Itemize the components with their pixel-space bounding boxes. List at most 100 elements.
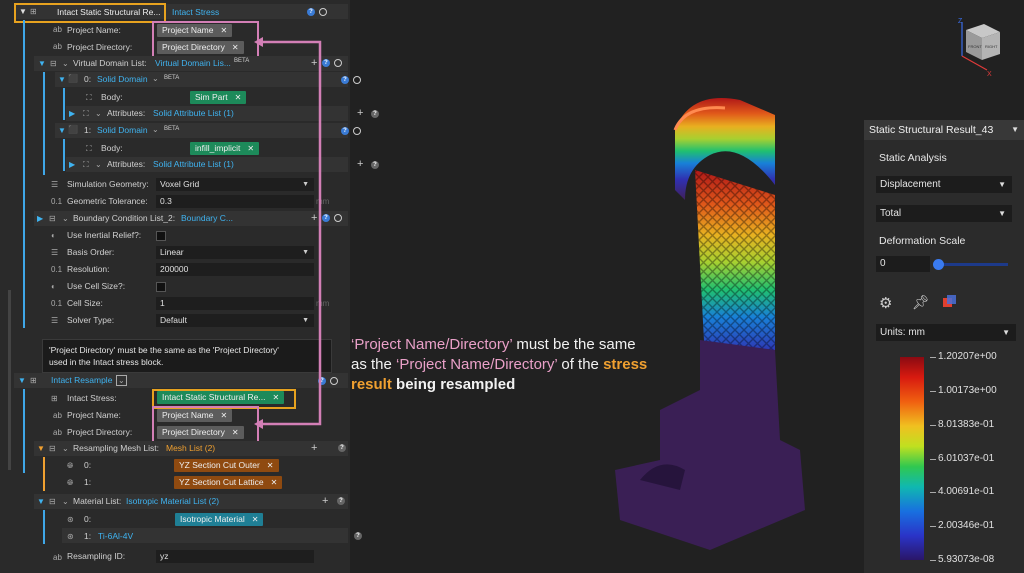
gear-icon[interactable]: ⚙ [879,294,892,312]
view-cube[interactable]: FRONT RIGHT Z X [954,16,1004,78]
project-directory-value: Project Directory [162,427,225,437]
pin-icon[interactable]: 📌︎ [912,294,930,311]
colorbar-tick-label: 1.00173e+00 [938,384,997,396]
color-cube-icon[interactable] [943,295,956,308]
attributes-value[interactable]: Solid Attribute List (1) [153,156,234,173]
help-icon[interactable]: ? [337,497,345,505]
help-icon[interactable]: ? [307,8,315,16]
material-1-value[interactable]: Ti-6Al-4V [98,528,133,545]
collapse-arrow-icon[interactable]: ▼ [37,444,45,453]
domain-1-name[interactable]: Solid Domain [97,122,148,139]
collapse-arrow-icon[interactable]: ▼ [19,7,27,16]
body-icon: ⛶ [86,93,92,102]
colorbar [900,357,924,560]
deformation-slider-track[interactable] [936,263,1008,266]
chevron-down-icon[interactable]: ⌄ [62,444,69,453]
add-icon[interactable]: + [357,108,363,119]
result-header[interactable]: Static Structural Result_43 ▼ [864,120,1024,140]
body-tag[interactable]: Sim Part ✕ [190,91,247,104]
remove-icon[interactable]: ✕ [221,26,228,35]
expand-arrow-icon[interactable]: ▶ [37,214,43,223]
domain-0-name[interactable]: Solid Domain [97,71,148,88]
expand-arrow-icon[interactable]: ▶ [69,160,75,169]
project-directory-value: Project Directory [162,42,225,52]
attributes-value[interactable]: Solid Attribute List (1) [153,105,234,122]
chevron-down-icon[interactable]: ⌄ [62,214,69,223]
help-icon[interactable]: ? [371,110,379,118]
block-type-icon: ⊞ [30,376,37,385]
expand-arrow-icon[interactable]: ▶ [69,109,75,118]
status-circle-icon[interactable] [334,214,342,222]
remove-icon[interactable]: ✕ [252,515,259,524]
material-0-tag[interactable]: Isotropic Material ✕ [175,513,264,526]
resample-block-title[interactable]: Intact Resample [51,372,112,389]
status-circle-icon[interactable] [334,59,342,67]
collapse-arrow-icon[interactable]: ▼ [18,376,26,385]
project-name-tag[interactable]: Project Name ✕ [157,24,233,37]
status-circle-icon[interactable] [330,377,338,385]
help-icon[interactable]: ? [354,532,362,540]
chevron-down-icon[interactable]: ⌄ [95,160,102,169]
collapse-arrow-icon[interactable]: ▼ [38,59,46,68]
mesh-0-tag[interactable]: YZ Section Cut Outer ✕ [174,459,279,472]
body-tag[interactable]: infill_implicit ✕ [190,142,260,155]
project-directory-label: Project Directory: [67,427,133,437]
chevron-down-icon[interactable]: ⌄ [116,375,127,386]
use-cell-size-checkbox[interactable] [156,282,166,292]
status-circle-icon[interactable] [319,8,327,16]
3d-model-viewport[interactable] [600,60,820,560]
chevron-down-icon[interactable]: ⌄ [152,74,159,83]
chevron-down-icon[interactable]: ▼ [1011,125,1019,134]
mesh-list-value[interactable]: Mesh List (2) [166,440,215,457]
scrollbar[interactable] [8,290,11,470]
chevron-down-icon[interactable]: ⌄ [62,497,69,506]
chevron-down-icon[interactable]: ⌄ [152,125,159,134]
collapse-arrow-icon[interactable]: ▼ [58,75,66,84]
deformation-slider-knob[interactable] [933,259,944,270]
globe-icon: 🌐︎ [67,478,74,487]
mesh-1-tag[interactable]: YZ Section Cut Lattice ✕ [174,476,283,489]
field-select[interactable]: Displacement [876,176,1012,193]
virtual-domain-list-value[interactable]: Virtual Domain Lis... [155,55,231,72]
resolution-label: Resolution: [67,264,110,274]
cube-face-front: FRONT [968,44,982,49]
chevron-down-icon[interactable]: ⌄ [95,109,102,118]
project-directory-tag[interactable]: Project Directory ✕ [157,426,244,439]
add-icon[interactable]: + [322,496,328,507]
use-cell-size-label: Use Cell Size?: [67,281,126,291]
material-list-value[interactable]: Isotropic Material List (2) [126,493,219,510]
help-icon[interactable]: ? [341,127,349,135]
help-icon[interactable]: ? [371,161,379,169]
component-select[interactable]: Total [876,205,1012,222]
help-icon[interactable]: ? [341,76,349,84]
list-icon: ⊟ [49,214,56,223]
material-icon: ⊛ [67,515,74,524]
boundary-condition-list-value[interactable]: Boundary C... [181,210,233,227]
remove-icon[interactable]: ✕ [235,93,242,102]
basis-order-label: Basis Order: [67,247,115,257]
stress-block-title[interactable]: Intact Static Structural Re... [57,4,160,21]
project-name-tag[interactable]: Project Name ✕ [157,409,233,422]
status-circle-icon[interactable] [353,127,361,135]
deformation-scale-input[interactable]: 0 [876,256,930,272]
chevron-down-icon[interactable]: ⌄ [62,59,69,68]
resampling-id-input[interactable]: yz [156,550,314,563]
attributes-label: Attributes: [107,108,146,118]
units-select[interactable]: Units: mm [876,324,1016,341]
add-icon[interactable]: + [311,443,317,454]
help-icon[interactable]: ? [338,444,346,452]
collapse-arrow-icon[interactable]: ▼ [58,126,66,135]
inertial-relief-checkbox[interactable] [156,231,166,241]
project-directory-tag[interactable]: Project Directory ✕ [157,41,244,54]
body-label: Body: [101,92,123,102]
tree-line [43,72,45,175]
collapse-arrow-icon[interactable]: ▼ [37,497,45,506]
remove-icon[interactable]: ✕ [271,478,278,487]
remove-icon[interactable]: ✕ [267,461,274,470]
remove-icon[interactable]: ✕ [232,43,239,52]
remove-icon[interactable]: ✕ [232,428,239,437]
remove-icon[interactable]: ✕ [221,411,228,420]
add-icon[interactable]: + [357,159,363,170]
link-icon: ⊞ [51,394,58,403]
status-circle-icon[interactable] [353,76,361,84]
